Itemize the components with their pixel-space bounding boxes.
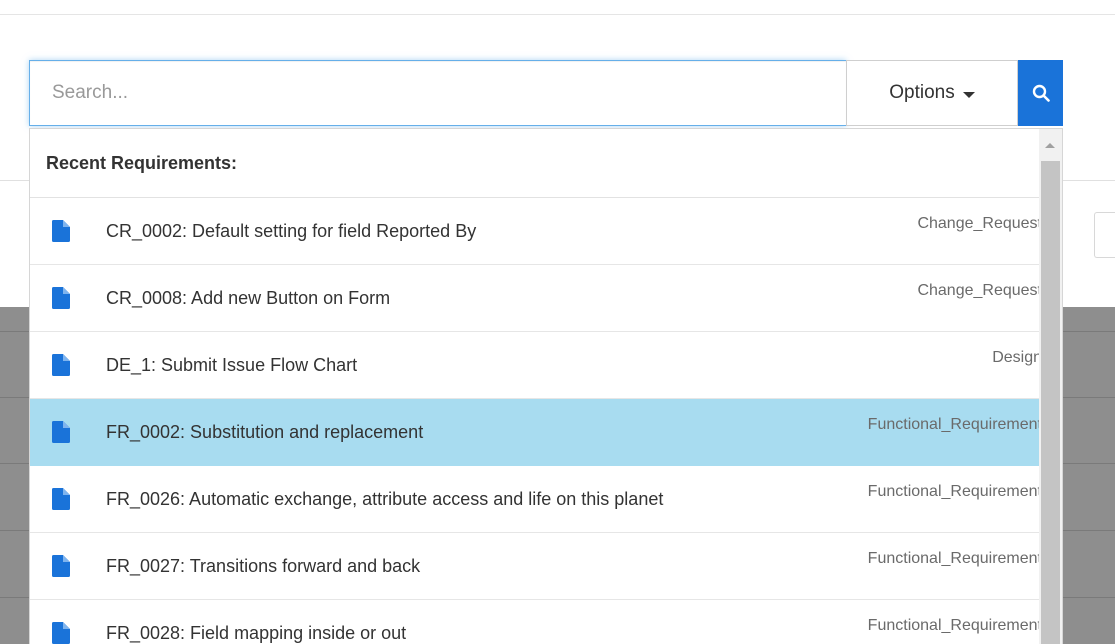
requirement-title: FR_0026: Automatic exchange, attribute a… (106, 488, 664, 509)
requirement-item[interactable]: CR_0008: Add new Button on Form Change_R… (30, 265, 1058, 332)
caret-down-icon (962, 91, 975, 98)
scroll-up-arrow-icon[interactable] (1045, 143, 1055, 148)
document-icon (52, 287, 70, 309)
requirement-item[interactable]: FR_0026: Automatic exchange, attribute a… (30, 466, 1058, 533)
requirement-type: Functional_Requirement (867, 550, 1042, 567)
requirement-item[interactable]: CR_0002: Default setting for field Repor… (30, 198, 1058, 265)
document-icon (52, 421, 70, 443)
requirement-item[interactable]: FR_0028: Field mapping inside or out Fun… (30, 600, 1058, 644)
requirement-type: Functional_Requirement (867, 416, 1042, 433)
requirement-title: FR_0027: Transitions forward and back (106, 555, 421, 576)
dropdown-header: Recent Requirements: (30, 129, 1062, 198)
requirement-title: CR_0008: Add new Button on Form (106, 287, 391, 308)
requirement-type: Design (992, 349, 1042, 366)
options-label: Options (889, 82, 955, 103)
document-icon (52, 622, 70, 644)
document-icon (52, 354, 70, 376)
search-bar: Options (29, 60, 1063, 126)
requirement-item[interactable]: FR_0002: Substitution and replacement Fu… (30, 399, 1058, 466)
dropdown-scrollbar[interactable] (1039, 129, 1062, 644)
search-button[interactable] (1018, 60, 1063, 126)
requirement-type: Functional_Requirement (867, 483, 1042, 500)
options-dropdown-button[interactable]: Options (846, 60, 1018, 126)
requirement-item[interactable]: DE_1: Submit Issue Flow Chart Design (30, 332, 1058, 399)
requirement-title: FR_0002: Substitution and replacement (106, 421, 424, 442)
background-control (1094, 212, 1115, 258)
recent-requirements-dropdown: Recent Requirements: CR_0002: Default se… (29, 128, 1063, 644)
document-icon (52, 555, 70, 577)
document-icon (52, 220, 70, 242)
requirement-item[interactable]: FR_0027: Transitions forward and back Fu… (30, 533, 1058, 600)
requirement-title: DE_1: Submit Issue Flow Chart (106, 354, 358, 375)
requirement-type: Change_Request (917, 215, 1042, 232)
requirement-type: Change_Request (917, 282, 1042, 299)
search-icon (1032, 84, 1050, 102)
requirement-title: FR_0028: Field mapping inside or out (106, 622, 407, 643)
requirement-title: CR_0002: Default setting for field Repor… (106, 220, 477, 241)
page-divider (0, 14, 1115, 15)
scrollbar-thumb[interactable] (1041, 161, 1060, 644)
requirements-list: CR_0002: Default setting for field Repor… (30, 198, 1058, 644)
search-input[interactable] (29, 60, 846, 126)
requirement-type: Functional_Requirement (867, 617, 1042, 634)
document-icon (52, 488, 70, 510)
